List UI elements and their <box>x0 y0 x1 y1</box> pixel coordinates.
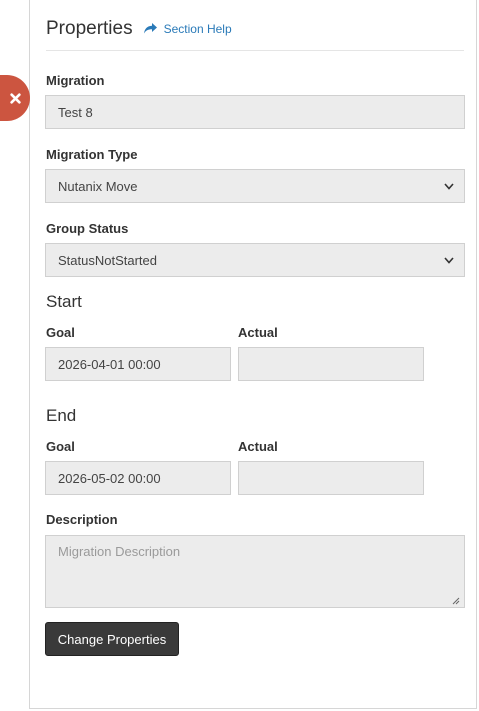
migration-name-input[interactable] <box>45 95 465 129</box>
chevron-down-icon <box>444 256 454 264</box>
start-actual-label: Actual <box>238 325 278 340</box>
end-goal-label: Goal <box>46 439 75 454</box>
panel-title: Properties <box>46 18 133 39</box>
section-help-link[interactable]: Section Help <box>143 21 232 36</box>
start-goal-label: Goal <box>46 325 75 340</box>
start-goal-input[interactable] <box>45 347 231 381</box>
group-status-label: Group Status <box>46 221 129 236</box>
panel-header: Properties Section Help <box>46 18 464 51</box>
close-icon <box>9 92 21 104</box>
migration-label: Migration <box>46 73 105 88</box>
section-help-label: Section Help <box>163 21 232 36</box>
group-status-select[interactable]: StatusNotStarted <box>45 243 465 277</box>
group-status-value: StatusNotStarted <box>58 252 157 268</box>
description-textarea[interactable] <box>45 535 465 608</box>
properties-panel: Properties Section Help Migration Migrat… <box>29 0 477 709</box>
migration-type-label: Migration Type <box>46 147 138 162</box>
start-actual-input[interactable] <box>238 347 424 381</box>
migration-type-select[interactable]: Nutanix Move <box>45 169 465 203</box>
migration-type-value: Nutanix Move <box>58 178 138 194</box>
description-label: Description <box>46 512 118 527</box>
close-panel-button[interactable] <box>0 75 30 121</box>
change-properties-button[interactable]: Change Properties <box>45 622 179 656</box>
end-actual-input[interactable] <box>238 461 424 495</box>
start-section-title: Start <box>46 292 82 311</box>
end-actual-label: Actual <box>238 439 278 454</box>
share-arrow-icon <box>143 23 157 34</box>
end-section-title: End <box>46 406 77 425</box>
end-goal-input[interactable] <box>45 461 231 495</box>
chevron-down-icon <box>444 182 454 190</box>
